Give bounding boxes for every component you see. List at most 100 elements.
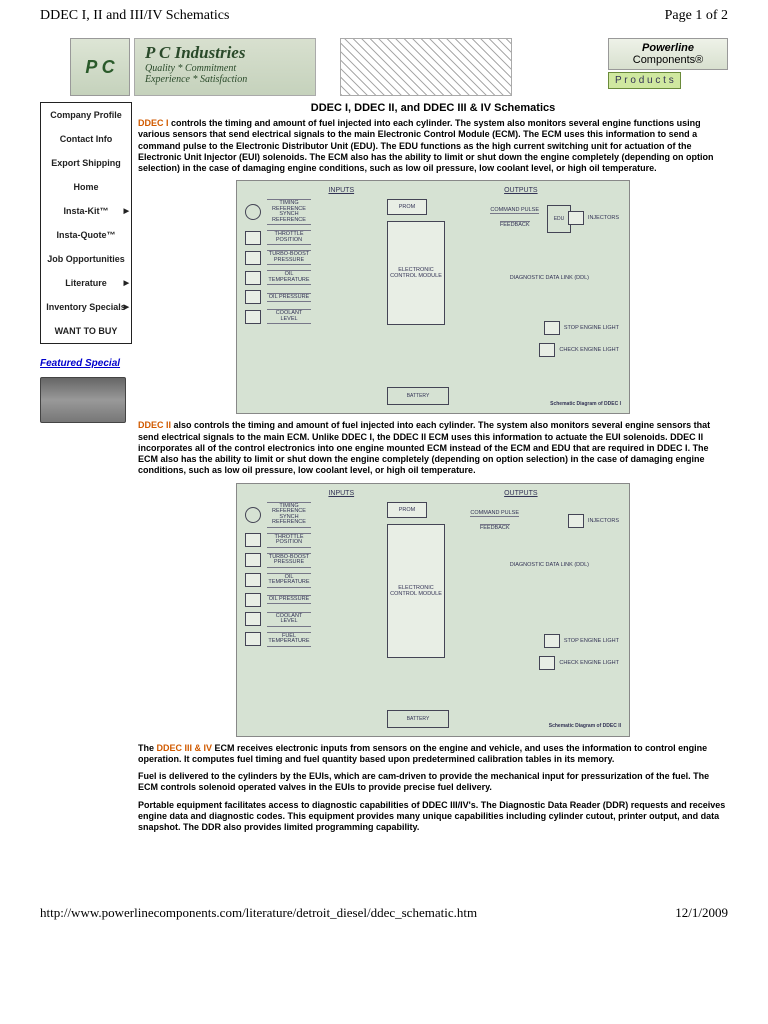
ddl-label: DIAGNOSTIC DATA LINK (DDL) (510, 275, 589, 281)
ecm-box-2: ELECTRONIC CONTROL MODULE (387, 524, 445, 658)
schematic-input-row: OIL TEMPERATURE (245, 270, 311, 285)
sensor-box-icon (245, 251, 261, 265)
sensor-box-icon (245, 612, 261, 626)
submenu-arrow-icon: ▶ (124, 207, 129, 215)
nav-item[interactable]: WANT TO BUY (41, 319, 131, 343)
nav-item[interactable]: Insta-Quote™ (41, 223, 131, 247)
nav-item[interactable]: Job Opportunities (41, 247, 131, 271)
fb-label-2: FEEDBACK (480, 524, 510, 531)
sensor-box-icon (245, 632, 261, 646)
sensor-label: TURBO-BOOST PRESSURE (267, 553, 311, 568)
nav-item[interactable]: Inventory Specials▶ (41, 295, 131, 319)
schematic-input-row: OIL PRESSURE (245, 593, 311, 607)
stop-label-2: STOP ENGINE LIGHT (564, 638, 619, 644)
submenu-arrow-icon: ▶ (124, 303, 129, 311)
ddec2-text: also controls the timing and amount of f… (138, 420, 710, 475)
sensor-label: TIMING REFERENCE SYNCH REFERENCE (267, 199, 311, 225)
sensor-label: TURBO-BOOST PRESSURE (267, 250, 311, 265)
sensor-label: OIL TEMPERATURE (267, 573, 311, 588)
stop-label: STOP ENGINE LIGHT (564, 325, 619, 331)
paragraph-ddec2: DDEC II also controls the timing and amo… (138, 420, 728, 476)
doc-title: DDEC I, II and III/IV Schematics (40, 8, 229, 24)
sensor-circle-icon (245, 204, 261, 220)
injector-label-2: INJECTORS (588, 518, 619, 524)
p3-pre: The (138, 743, 157, 753)
powerline-reg: Components® (633, 54, 703, 66)
outputs-header-2: OUTPUTS (504, 490, 537, 497)
ddec34-label: DDEC III & IV (157, 743, 213, 753)
ddec1-label: DDEC I (138, 118, 169, 128)
sensor-circle-icon (245, 507, 261, 523)
paragraph-ddec34: The DDEC III & IV ECM receives electroni… (138, 743, 728, 766)
schematic-input-row: TIMING REFERENCE SYNCH REFERENCE (245, 199, 311, 225)
nav-item[interactable]: Company Profile (41, 103, 131, 127)
battery-box: BATTERY (387, 387, 449, 405)
article-title: DDEC I, DDEC II, and DDEC III & IV Schem… (138, 102, 728, 114)
page-number: Page 1 of 2 (665, 8, 728, 24)
sensor-box-icon (245, 271, 261, 285)
article-body: DDEC I, DDEC II, and DDEC III & IV Schem… (138, 102, 728, 839)
nav-item[interactable]: Literature▶ (41, 271, 131, 295)
nav-menu: Company ProfileContact InfoExport Shippi… (40, 102, 132, 344)
sensor-label: OIL TEMPERATURE (267, 270, 311, 285)
ddl-label-2: DIAGNOSTIC DATA LINK (DDL) (510, 562, 589, 568)
industries-title: P C Industries (145, 43, 305, 63)
featured-image[interactable] (40, 377, 126, 423)
prom-box-2: PROM (387, 502, 427, 518)
injector-label: INJECTORS (588, 215, 619, 221)
products-button[interactable]: P r o d u c t s (608, 72, 681, 89)
injector-icon-2 (568, 514, 584, 528)
schematic-input-row: TURBO-BOOST PRESSURE (245, 553, 311, 568)
submenu-arrow-icon: ▶ (124, 279, 129, 287)
nav-item[interactable]: Home (41, 175, 131, 199)
schematic-input-row: COOLANT LEVEL (245, 309, 311, 324)
sensor-box-icon (245, 310, 261, 324)
check-light-icon (539, 343, 555, 357)
cmd-label-2: COMMAND PULSE (470, 510, 519, 517)
inputs-header: INPUTS (328, 187, 354, 194)
schematic-input-row: OIL TEMPERATURE (245, 573, 311, 588)
schematic2-caption: Schematic Diagram of DDEC II (549, 724, 621, 730)
pc-logo[interactable]: P C (70, 38, 130, 96)
sensor-box-icon (245, 573, 261, 587)
powerline-label: Powerline Components® (608, 38, 728, 70)
paragraph-ddr: Portable equipment facilitates access to… (138, 800, 728, 834)
sensor-label: THROTTLE POSITION (267, 533, 311, 548)
top-banner: P C P C Industries Quality * Commitment … (70, 38, 728, 96)
stop-light-icon (544, 321, 560, 335)
inputs-header-2: INPUTS (328, 490, 354, 497)
ecm-box: ELECTRONIC CONTROL MODULE (387, 221, 445, 325)
ddec2-label: DDEC II (138, 420, 171, 430)
featured-special-link[interactable]: Featured Special (40, 358, 132, 369)
schematic-input-row: THROTTLE POSITION (245, 533, 311, 548)
schematic1-caption: Schematic Diagram of DDEC I (550, 402, 621, 408)
schematic-input-row: TURBO-BOOST PRESSURE (245, 250, 311, 265)
ddec34-text: ECM receives electronic inputs from sens… (138, 743, 707, 764)
injector-icon (568, 211, 584, 225)
nav-item[interactable]: Export Shipping (41, 151, 131, 175)
schematic-input-row: THROTTLE POSITION (245, 230, 311, 245)
outputs-header: OUTPUTS (504, 187, 537, 194)
schematic-input-row: COOLANT LEVEL (245, 612, 311, 627)
ddec1-text: controls the timing and amount of fuel i… (138, 118, 714, 173)
paragraph-ddec1: DDEC I controls the timing and amount of… (138, 118, 728, 174)
stop-light-icon-2 (544, 634, 560, 648)
schematic-ddec2: INPUTS OUTPUTS TIMING REFERENCE SYNCH RE… (236, 483, 630, 737)
sensor-box-icon (245, 593, 261, 607)
sensor-label: OIL PRESSURE (267, 595, 311, 605)
sensor-label: FUEL TEMPERATURE (267, 632, 311, 647)
sensor-box-icon (245, 533, 261, 547)
industries-tag2: Experience * Satisfaction (145, 74, 305, 85)
sensor-label: COOLANT LEVEL (267, 612, 311, 627)
nav-item[interactable]: Contact Info (41, 127, 131, 151)
prom-box: PROM (387, 199, 427, 215)
sensor-label: COOLANT LEVEL (267, 309, 311, 324)
powerline-block: Powerline Components® P r o d u c t s (608, 38, 728, 96)
check-light-icon-2 (539, 656, 555, 670)
sensor-box-icon (245, 231, 261, 245)
engine-image (340, 38, 512, 96)
cmd-label: COMMAND PULSE (490, 207, 539, 214)
sensor-label: OIL PRESSURE (267, 293, 311, 303)
fb-label: FEEDBACK (500, 221, 530, 228)
nav-item[interactable]: Insta-Kit™▶ (41, 199, 131, 223)
